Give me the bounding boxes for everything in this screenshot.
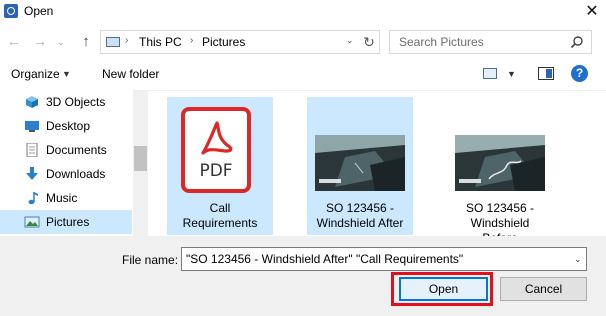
sidebar-item-documents[interactable]: Documents (0, 138, 132, 162)
cancel-button[interactable]: Cancel (500, 277, 587, 301)
sidebar-item-label: 3D Objects (46, 95, 106, 109)
pdf-icon: PDF (181, 107, 251, 193)
file-name-line: Windshield (470, 216, 530, 230)
file-item-call-requirements[interactable]: PDF Call Requirements (167, 97, 273, 235)
app-icon (4, 4, 18, 18)
sidebar-item-label: Documents (46, 143, 107, 157)
new-folder-button[interactable]: New folder (102, 67, 159, 81)
sidebar-item-desktop[interactable]: Desktop (0, 114, 132, 138)
pictures-icon (24, 216, 40, 228)
this-pc-icon (106, 37, 120, 47)
file-name-line: Windshield After (316, 216, 404, 230)
address-dropdown-chevron-icon[interactable]: ⌄ (346, 35, 354, 46)
sidebar-item-label: Downloads (46, 167, 106, 181)
windshield-photo-thumbnail (315, 135, 405, 191)
search-icon[interactable] (570, 35, 584, 49)
documents-icon (26, 143, 38, 157)
sidebar-item-label: Pictures (46, 215, 90, 229)
windshield-photo-thumbnail (455, 135, 545, 191)
file-item-windshield-before[interactable]: SO 123456 - Windshield Before (447, 97, 553, 245)
window-title: Open (24, 4, 54, 18)
file-name-line: SO 123456 - (325, 201, 395, 215)
view-options-caret-icon[interactable]: ▼ (507, 69, 516, 79)
music-icon (28, 192, 38, 205)
breadcrumb-separator-icon[interactable]: › (125, 35, 128, 46)
change-view-icon[interactable] (483, 68, 497, 79)
breadcrumb-this-pc[interactable]: This PC (139, 35, 182, 49)
preview-pane-icon[interactable] (538, 67, 554, 80)
sidebar-item-label: Music (46, 191, 78, 205)
breadcrumb-separator-icon[interactable]: › (190, 35, 193, 46)
file-name-dropdown-chevron-icon[interactable]: ⌄ (574, 254, 582, 265)
file-name-line: Call (209, 201, 231, 215)
file-name-line: Requirements (182, 216, 258, 230)
sidebar-item-pictures[interactable]: Pictures (0, 210, 132, 234)
pdf-badge: PDF (199, 161, 233, 181)
organize-caret-icon[interactable]: ▼ (62, 69, 71, 79)
back-arrow-icon[interactable]: ← (4, 30, 24, 54)
sidebar-item-3d-objects[interactable]: 3D Objects (0, 90, 132, 114)
up-arrow-icon[interactable]: ↑ (76, 30, 96, 54)
acrobat-swirl-icon (201, 121, 233, 155)
desktop-icon (25, 121, 39, 132)
sidebar-item-music[interactable]: Music (0, 186, 132, 210)
search-placeholder: Search Pictures (399, 35, 484, 49)
close-icon[interactable]: ✕ (582, 2, 602, 22)
file-name-label: Call Requirements (167, 201, 273, 231)
file-item-windshield-after[interactable]: SO 123456 - Windshield After (307, 97, 413, 235)
open-button[interactable]: Open (399, 277, 488, 301)
sidebar-item-label: Desktop (46, 119, 91, 133)
organize-button[interactable]: Organize (11, 67, 60, 81)
cube-icon (26, 96, 38, 108)
refresh-icon[interactable]: ↻ (360, 31, 378, 53)
file-name-value[interactable]: "SO 123456 - Windshield After" "Call Req… (186, 252, 463, 266)
download-icon (26, 167, 38, 180)
sidebar-scrollbar-thumb[interactable] (134, 146, 147, 171)
title-bar (0, 0, 606, 24)
file-name-label: File name: (122, 253, 179, 267)
recent-locations-chevron-icon[interactable]: ⌄ (54, 30, 68, 54)
help-icon[interactable]: ? (571, 65, 588, 82)
forward-arrow-icon[interactable]: → (30, 30, 50, 54)
file-name-line: SO 123456 - (465, 201, 535, 215)
sidebar-item-downloads[interactable]: Downloads (0, 162, 132, 186)
breadcrumb-pictures[interactable]: Pictures (202, 35, 245, 49)
navigation-pane: 3D Objects Desktop Documents Downloads M… (0, 90, 148, 236)
file-name-label: SO 123456 - Windshield After (307, 201, 413, 231)
